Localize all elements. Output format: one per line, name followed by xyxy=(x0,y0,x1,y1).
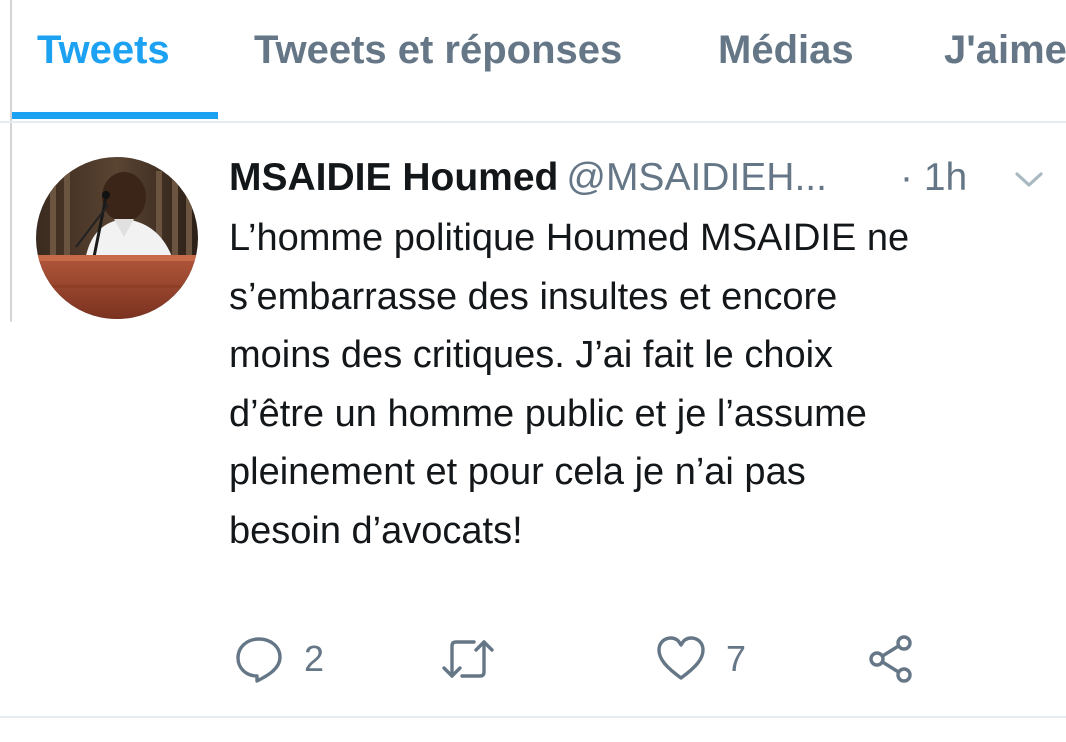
profile-tab-bar: Tweets Tweets et réponses Médias J'aime xyxy=(0,0,1066,123)
avatar[interactable] xyxy=(36,157,198,319)
tab-media[interactable]: Médias xyxy=(718,28,854,73)
share-button[interactable] xyxy=(866,633,916,685)
tweet-text: L’homme politique Houmed MSAIDIE ne s’em… xyxy=(229,209,1049,560)
retweet-button[interactable] xyxy=(440,633,516,685)
tweet-text-line: pleinement et pour cela je n’ai pas xyxy=(229,451,806,493)
user-handle[interactable]: @MSAIDIEH... xyxy=(566,156,827,199)
heart-icon xyxy=(656,635,706,683)
chevron-down-icon[interactable] xyxy=(1013,168,1045,190)
display-name[interactable]: MSAIDIE Houmed xyxy=(229,156,558,199)
tab-tweets[interactable]: Tweets xyxy=(37,28,170,73)
reply-icon xyxy=(234,634,284,684)
tweet-header: MSAIDIE Houmed @MSAIDIEH... xyxy=(229,153,827,203)
retweet-icon xyxy=(440,634,496,684)
tweet-text-line: besoin d’avocats! xyxy=(229,509,523,552)
reply-count: 2 xyxy=(304,638,325,679)
tweet-timestamp[interactable]: · 1h xyxy=(900,153,967,203)
like-count: 7 xyxy=(726,638,747,679)
tweet-divider xyxy=(0,716,1066,718)
reply-button[interactable]: 2 xyxy=(234,633,324,685)
tweet-text-line: moins des critiques. J’ai fait le choix xyxy=(229,334,834,376)
tab-tweets-and-replies[interactable]: Tweets et réponses xyxy=(254,28,622,73)
tweet-text-line: L’homme politique Houmed MSAIDIE ne xyxy=(229,217,910,259)
share-icon xyxy=(866,634,916,684)
tweet-text-line: s’embarrasse des insultes et encore xyxy=(229,275,838,318)
tab-likes[interactable]: J'aime xyxy=(944,28,1066,73)
like-button[interactable]: 7 xyxy=(656,633,746,685)
tweet-text-line: d’être un homme public et je l’assume xyxy=(229,392,867,435)
active-tab-indicator xyxy=(12,112,218,119)
